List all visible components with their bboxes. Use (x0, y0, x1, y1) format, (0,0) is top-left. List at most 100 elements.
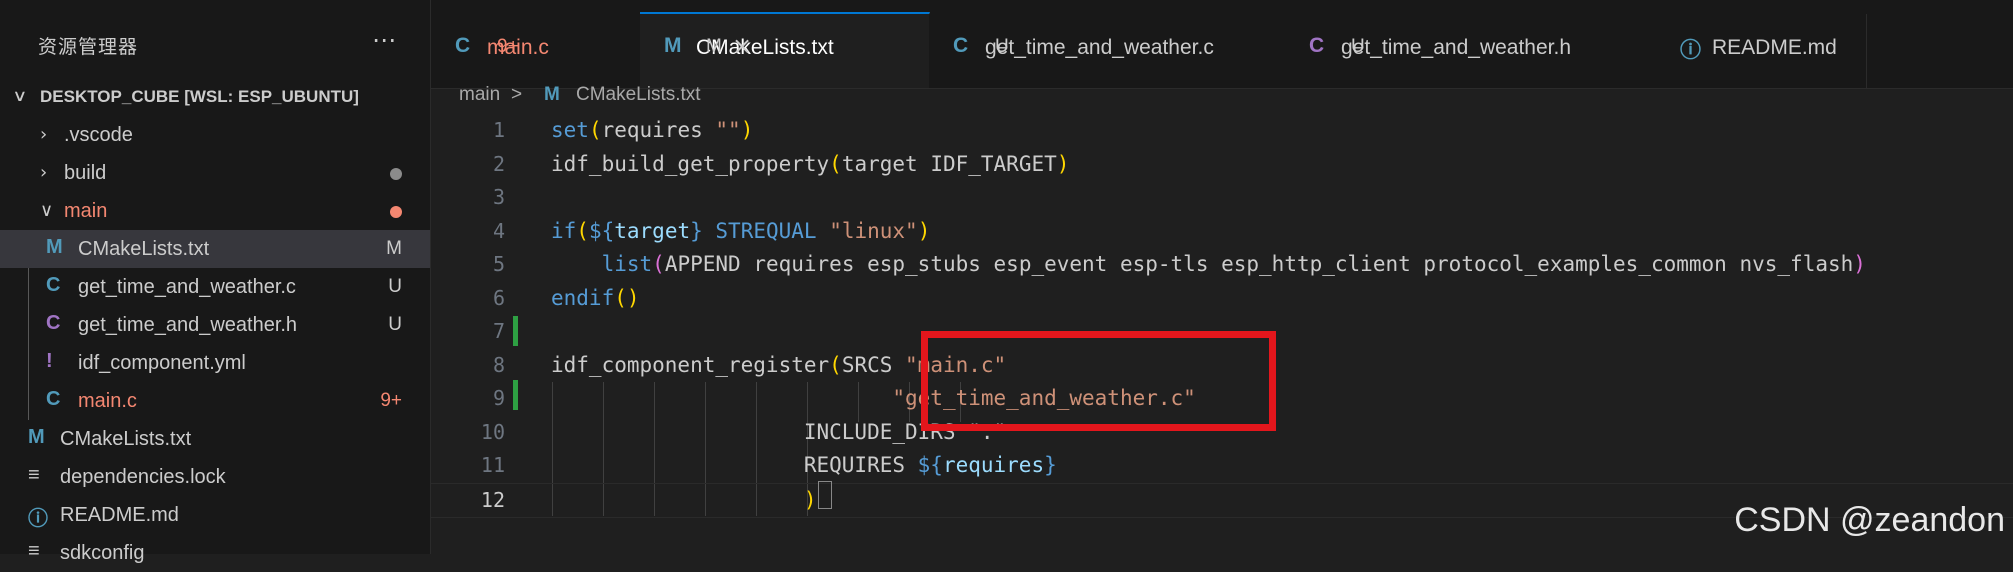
editor-tab-label: get_time_and_weather.h (1341, 36, 1572, 59)
line-number: 12 (480, 487, 505, 512)
file-tree-item[interactable]: Cget_time_and_weather.h U (0, 306, 430, 344)
editor-tab[interactable]: Cget_time_and_weather.h U (1285, 14, 1657, 88)
bracket-match-marker (818, 481, 832, 509)
git-status-badge: M (386, 238, 402, 259)
code-line[interactable]: 11 REQUIRES ${requires} (431, 449, 2013, 482)
editor-tab-label: get_time_and_weather.c (985, 36, 1214, 59)
line-number: 10 (480, 419, 505, 444)
file-tree-item[interactable]: M CMakeLists.txt (0, 420, 430, 458)
file-tree-item[interactable]: M CMakeLists.txt M (0, 230, 430, 268)
code-line[interactable]: 1 set(requires "") (431, 114, 2013, 147)
breadcrumb-separator: > (511, 84, 523, 105)
file-tree-item[interactable]: › .vscode (0, 116, 430, 154)
file-type-icon: C (953, 34, 969, 57)
explorer-header: 资源管理器 ⋯ (0, 0, 430, 88)
file-tree-item-label: main (64, 200, 108, 222)
code-text: REQUIRES ${requires} (551, 453, 1057, 477)
file-tree-item[interactable]: ≡ dependencies.lock (0, 458, 430, 496)
file-tree-item[interactable]: ⓘ README.md (0, 496, 430, 534)
line-number: 7 (492, 319, 505, 343)
line-number: 2 (492, 151, 505, 176)
file-tree-item-label: README.md (60, 504, 179, 526)
code-text: if(${target} STREQUAL "linux") (551, 218, 931, 243)
editor-tab[interactable]: M CMakeLists.txt M × (640, 12, 930, 88)
file-type-icon: ⓘ (28, 508, 48, 530)
line-number: 5 (492, 252, 505, 276)
file-tree-item[interactable]: ≡ sdkconfig (0, 534, 430, 572)
close-icon[interactable]: × (732, 32, 752, 60)
file-tree-item-label: build (64, 162, 107, 184)
file-type-icon: M (664, 34, 682, 57)
file-tree-item[interactable]: ∨ main (0, 192, 430, 230)
file-tree-item[interactable]: Cget_time_and_weather.c U (0, 268, 430, 306)
chevron-down-icon: ∨ (40, 200, 54, 221)
editor-tab[interactable]: ⓘ README.md (1656, 14, 1867, 88)
file-tree-item[interactable]: › build (0, 154, 430, 192)
file-type-icon: C (455, 34, 471, 57)
file-tree-item-label: CMakeLists.txt (78, 238, 210, 260)
workspace-root-label: DESKTOP_CUBE [WSL: ESP_UBUNTU] (40, 87, 359, 106)
git-status-badge: M (706, 36, 722, 57)
editor-tab[interactable]: Cget_time_and_weather.c U (929, 14, 1286, 88)
file-type-icon: ⓘ (1680, 39, 1701, 62)
chevron-down-icon: ∨ (12, 86, 28, 105)
file-tree-item-label: .vscode (64, 124, 133, 146)
code-line[interactable]: 5 list(APPEND requires esp_stubs esp_eve… (431, 248, 2013, 281)
file-tree-item-label: idf_component.yml (78, 352, 246, 374)
file-tree-item-label: dependencies.lock (60, 466, 226, 488)
chevron-right-icon: › (40, 124, 48, 145)
ellipsis-icon[interactable]: ⋯ (372, 26, 396, 54)
workspace-root[interactable]: ∨ DESKTOP_CUBE [WSL: ESP_UBUNTU] (0, 82, 430, 112)
git-status-badge: U (995, 36, 1009, 57)
chevron-right-icon: › (40, 162, 48, 183)
breadcrumb-folder[interactable]: main (459, 84, 500, 106)
file-type-icon: C (46, 274, 61, 296)
file-type-icon: C (46, 312, 61, 334)
file-type-icon: C (46, 388, 61, 410)
code-line[interactable]: 6 endif() (431, 282, 2013, 315)
explorer-title: 资源管理器 (38, 36, 139, 58)
line-number: 11 (480, 453, 505, 477)
code-line[interactable]: 4 if(${target} STREQUAL "linux") (431, 215, 2013, 248)
line-number: 3 (492, 185, 505, 209)
file-tree-item[interactable]: Cmain.c 9+ (0, 382, 430, 420)
git-status-badge: U (1351, 36, 1365, 57)
file-type-icon: C (1309, 34, 1325, 57)
line-number: 6 (492, 285, 505, 310)
git-status-badge: 9+ (497, 36, 519, 57)
file-type-icon: ≡ (28, 464, 40, 486)
file-type-icon: ! (46, 350, 53, 372)
file-type-icon: M (28, 426, 45, 448)
editor-tab-label: README.md (1712, 36, 1837, 59)
code-text: endif() (551, 285, 640, 310)
code-text: set(requires "") (551, 118, 754, 142)
editor-tab[interactable]: Cmain.c 9+ (431, 14, 641, 88)
editor-tab-bar: Cmain.c 9+ M CMakeLists.txt M × Cget_time_and_… (431, 0, 2013, 89)
file-tree-item-label: CMakeLists.txt (60, 428, 192, 450)
red-highlight-box (921, 331, 1276, 431)
file-type-icon: ≡ (28, 540, 40, 562)
git-status-badge: 9+ (380, 390, 402, 411)
code-text: ) (803, 487, 817, 512)
line-number: 9 (492, 386, 505, 410)
line-number: 4 (492, 218, 505, 243)
code-line[interactable]: 2 idf_build_get_property(target IDF_TARGE… (431, 148, 2013, 181)
file-tree-item-label: main.c (78, 390, 137, 412)
watermark: CSDN @zeandon (1734, 501, 2005, 539)
status-dot-icon (390, 168, 402, 180)
line-number: 8 (492, 352, 505, 377)
file-tree-item-label: get_time_and_weather.c (78, 276, 296, 298)
git-status-badge: U (388, 276, 402, 297)
file-tree-item-label: get_time_and_weather.h (78, 314, 298, 336)
line-number: 1 (492, 118, 505, 142)
code-text: list(APPEND requires esp_stubs esp_event… (601, 252, 1866, 276)
code-text: idf_build_get_property(target IDF_TARGET… (551, 151, 1070, 176)
file-tree-item[interactable]: ! idf_component.yml (0, 344, 430, 382)
breadcrumb-file[interactable]: CMakeLists.txt (576, 84, 701, 106)
git-status-badge: U (388, 314, 402, 335)
status-dot-icon (390, 206, 402, 218)
explorer-sidebar: 资源管理器 ⋯ ∨ DESKTOP_CUBE [WSL: ESP_UBUNTU]… (0, 0, 431, 564)
cmake-file-icon: M (544, 84, 560, 105)
file-type-icon: M (46, 236, 63, 258)
code-line[interactable]: 3 (431, 181, 2013, 214)
